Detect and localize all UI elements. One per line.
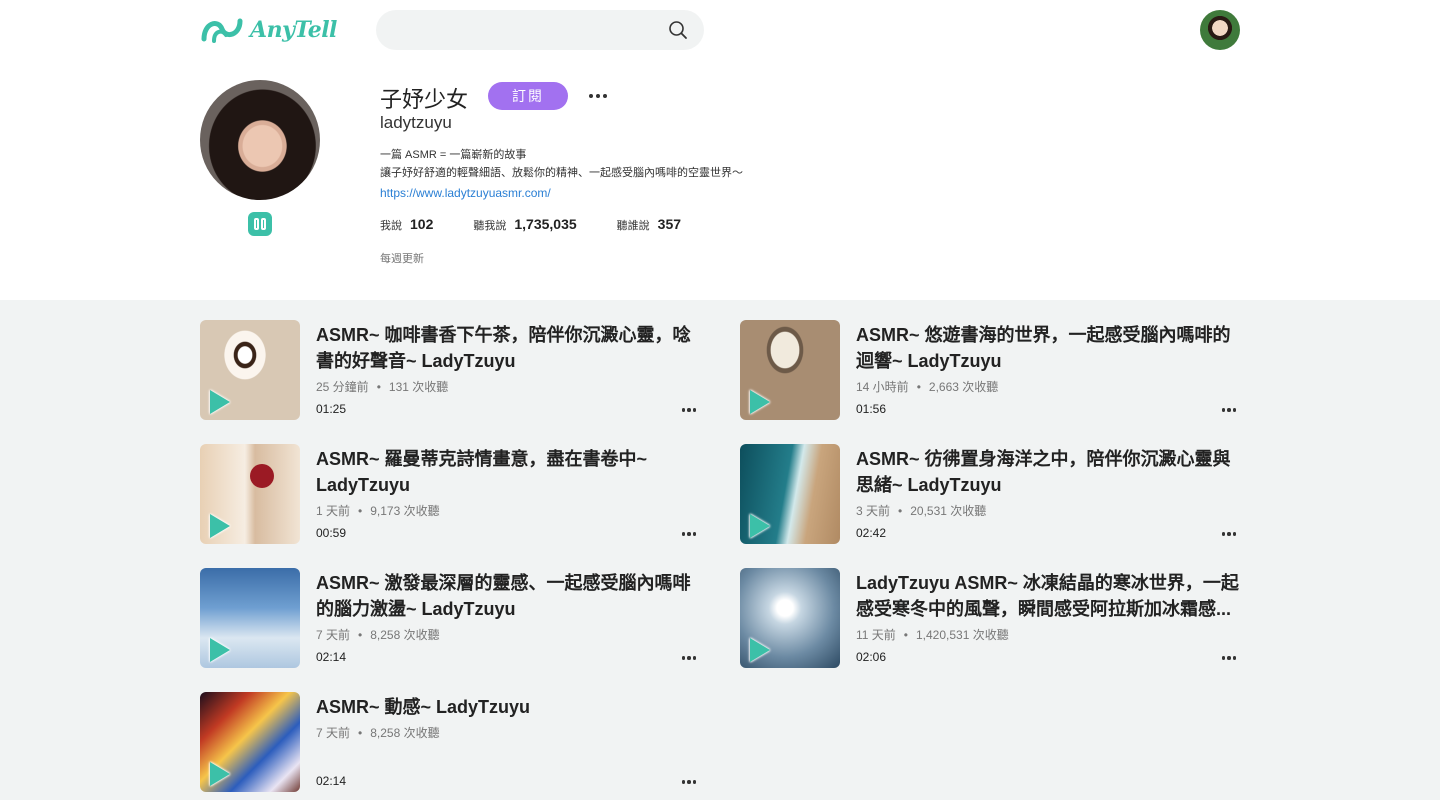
play-icon[interactable] [750, 638, 770, 662]
episode-duration: 02:14 [316, 774, 347, 788]
episode-meta: 3 天前 • 20,531 次收聽 [856, 504, 987, 518]
episode-plays: 2,663 次收聽 [928, 380, 999, 394]
subscribe-button[interactable]: 訂閱 [488, 82, 568, 110]
stat-followers[interactable]: 聽我說 1,735,035 [473, 216, 576, 233]
rose-image [250, 464, 274, 488]
more-icon[interactable] [678, 524, 700, 544]
channel-stats: 我說 102 聽我說 1,735,035 聽誰說 357 [380, 216, 721, 233]
episode-thumbnail[interactable] [740, 444, 840, 544]
episode-time: 11 天前 [856, 628, 896, 642]
more-icon[interactable] [678, 772, 700, 792]
episode-plays: 1,420,531 次收聽 [916, 628, 1009, 642]
episode-plays: 8,258 次收聽 [370, 628, 440, 642]
channel-profile: 子妤少女 訂閱 ladytzuyu 一篇 ASMR = 一篇嶄新的故事 讓子妤好… [0, 60, 1440, 300]
episode-title[interactable]: LadyTzuyu ASMR~ 冰凍結晶的寒冰世界，一起感受寒冬中的風聲，瞬間感… [856, 570, 1240, 622]
pause-badge-icon[interactable] [248, 212, 272, 236]
episode-plays: 8,258 次收聽 [370, 726, 440, 740]
episode-card[interactable]: ASMR~ 彷彿置身海洋之中，陪伴你沉澱心靈與思緒~ LadyTzuyu 3 天… [740, 444, 1240, 544]
more-icon[interactable] [1218, 400, 1240, 420]
play-icon[interactable] [210, 390, 230, 414]
play-icon[interactable] [750, 390, 770, 414]
top-bar: AnyTell [0, 0, 1440, 60]
episode-thumbnail[interactable] [740, 320, 840, 420]
user-avatar[interactable] [1200, 10, 1240, 50]
episode-plays: 131 次收聽 [388, 380, 449, 394]
website-link[interactable]: https://www.ladytzuyuasmr.com/ [380, 186, 551, 200]
episode-thumbnail[interactable] [740, 568, 840, 668]
channel-bio: 一篇 ASMR = 一篇嶄新的故事 讓子妤好舒適的輕聲細語、放鬆你的精神、一起感… [380, 146, 743, 182]
episode-time: 25 分鐘前 [316, 380, 369, 394]
bio-line: 讓子妤好舒適的輕聲細語、放鬆你的精神、一起感受腦內嗎啡的空靈世界～ [380, 167, 743, 179]
anytell-logo[interactable]: AnyTell [200, 14, 337, 46]
episode-title[interactable]: ASMR~ 悠遊書海的世界，一起感受腦內嗎啡的迴響~ LadyTzuyu [856, 322, 1240, 374]
episode-time: 7 天前 [316, 726, 351, 740]
episode-time: 14 小時前 [856, 380, 909, 394]
search-input[interactable] [392, 10, 662, 50]
play-icon[interactable] [750, 514, 770, 538]
episode-list: ASMR~ 咖啡書香下午茶，陪伴你沉澱心靈，唸書的好聲音~ LadyTzuyu … [0, 300, 1440, 800]
search-bar [376, 10, 704, 50]
episode-thumbnail[interactable] [200, 444, 300, 544]
episode-duration: 02:42 [856, 526, 887, 540]
episode-plays: 9,173 次收聽 [370, 504, 440, 518]
episode-card[interactable]: ASMR~ 羅曼蒂克詩情畫意，盡在書卷中~ LadyTzuyu 1 天前 • 9,1… [200, 444, 700, 544]
episode-duration: 01:56 [856, 402, 887, 416]
play-icon[interactable] [210, 514, 230, 538]
episode-card[interactable]: ASMR~ 悠遊書海的世界，一起感受腦內嗎啡的迴響~ LadyTzuyu 14 … [740, 320, 1240, 420]
episode-time: 3 天前 [856, 504, 891, 518]
play-icon[interactable] [210, 762, 230, 786]
episode-thumbnail[interactable] [200, 320, 300, 420]
channel-handle: ladytzuyu [380, 113, 452, 132]
episode-thumbnail[interactable] [200, 568, 300, 668]
episode-card[interactable]: ASMR~ 動感~ LadyTzuyu 7 天前 • 8,258 次收聽 02:14 [200, 692, 700, 792]
more-icon[interactable] [1218, 648, 1240, 668]
more-icon[interactable] [678, 648, 700, 668]
episode-meta: 11 天前 • 1,420,531 次收聽 [856, 628, 1009, 642]
episode-duration: 01:25 [316, 402, 347, 416]
episode-title[interactable]: ASMR~ 彷彿置身海洋之中，陪伴你沉澱心靈與思緒~ LadyTzuyu [856, 446, 1240, 498]
episode-meta: 7 天前 • 8,258 次收聽 [316, 628, 440, 642]
episode-card[interactable]: ASMR~ 激發最深層的靈感、一起感受腦內嗎啡的腦力激盪~ LadyTzuyu … [200, 568, 700, 668]
logo-text: AnyTell [250, 17, 337, 43]
play-icon[interactable] [210, 638, 230, 662]
episode-meta: 14 小時前 • 2,663 次收聽 [856, 380, 999, 394]
episode-duration: 00:59 [316, 526, 347, 540]
stat-value: 357 [657, 216, 682, 232]
stat-value: 1,735,035 [514, 216, 577, 232]
stat-label: 我說 [380, 220, 402, 232]
episode-title[interactable]: ASMR~ 激發最深層的靈感、一起感受腦內嗎啡的腦力激盪~ LadyTzuyu [316, 570, 700, 622]
episode-title[interactable]: ASMR~ 動感~ LadyTzuyu [316, 694, 700, 720]
episode-title[interactable]: ASMR~ 羅曼蒂克詩情畫意，盡在書卷中~ LadyTzuyu [316, 446, 700, 498]
episode-card[interactable]: ASMR~ 咖啡書香下午茶，陪伴你沉澱心靈，唸書的好聲音~ LadyTzuyu … [200, 320, 700, 420]
stat-value: 102 [410, 216, 434, 232]
channel-avatar [200, 80, 320, 200]
stat-label: 聽我說 [473, 220, 507, 232]
bio-line: 一篇 ASMR = 一篇嶄新的故事 [380, 149, 527, 161]
episode-duration: 02:14 [316, 650, 347, 664]
channel-name: 子妤少女 [380, 87, 469, 112]
stat-following[interactable]: 聽誰說 357 [617, 216, 681, 233]
episode-time: 7 天前 [316, 628, 351, 642]
episode-duration: 02:06 [856, 650, 887, 664]
episode-title[interactable]: ASMR~ 咖啡書香下午茶，陪伴你沉澱心靈，唸書的好聲音~ LadyTzuyu [316, 322, 700, 374]
episode-time: 1 天前 [316, 504, 351, 518]
more-icon[interactable] [586, 86, 610, 106]
episode-meta: 25 分鐘前 • 131 次收聽 [316, 380, 449, 394]
episode-meta: 1 天前 • 9,173 次收聽 [316, 504, 440, 518]
more-icon[interactable] [678, 400, 700, 420]
stat-episodes[interactable]: 我說 102 [380, 216, 433, 233]
episode-card[interactable]: LadyTzuyu ASMR~ 冰凍結晶的寒冰世界，一起感受寒冬中的風聲，瞬間感… [740, 568, 1240, 668]
episode-thumbnail[interactable] [200, 692, 300, 792]
more-icon[interactable] [1218, 524, 1240, 544]
update-frequency: 每週更新 [380, 253, 424, 265]
episode-meta: 7 天前 • 8,258 次收聽 [316, 726, 440, 740]
search-icon[interactable] [668, 20, 688, 40]
episode-plays: 20,531 次收聽 [910, 504, 987, 518]
anytell-logo-icon [201, 18, 243, 43]
stat-label: 聽誰說 [616, 220, 650, 232]
